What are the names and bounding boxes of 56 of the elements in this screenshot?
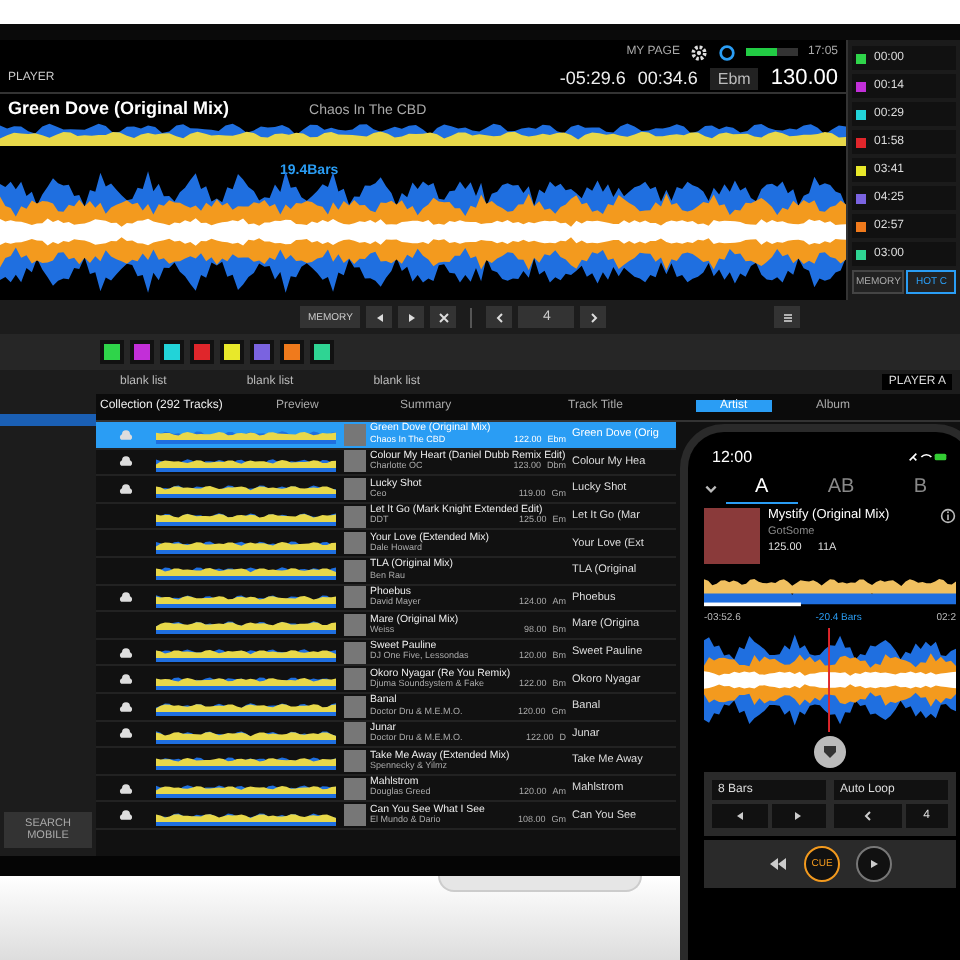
previous-button[interactable] bbox=[366, 306, 393, 328]
artwork-placeholder bbox=[344, 722, 366, 745]
level-meter bbox=[745, 48, 798, 56]
hot-cue-pad[interactable] bbox=[280, 340, 304, 364]
loop-increase-button[interactable] bbox=[580, 306, 607, 328]
artwork-placeholder bbox=[344, 749, 366, 772]
left-triangle-icon bbox=[733, 810, 746, 822]
left-triangle-icon bbox=[373, 311, 386, 323]
menu-button[interactable] bbox=[774, 306, 800, 328]
play-icon bbox=[868, 858, 880, 870]
bpm-display: 130.00 bbox=[770, 66, 838, 90]
close-button[interactable] bbox=[430, 306, 457, 328]
artwork-placeholder bbox=[344, 804, 366, 827]
artwork-placeholder bbox=[344, 668, 366, 691]
chevron-left-icon bbox=[493, 311, 506, 323]
settings-icon[interactable] bbox=[689, 43, 708, 61]
menu-icon bbox=[781, 311, 793, 323]
artwork-placeholder bbox=[344, 532, 366, 555]
track-title: Green Dove (Original Mix) bbox=[8, 98, 230, 118]
chevron-right-icon bbox=[587, 311, 600, 323]
deck-tab[interactable]: A bbox=[726, 474, 798, 504]
hot-cue-pad[interactable] bbox=[310, 340, 334, 364]
next-button[interactable] bbox=[398, 306, 425, 328]
knob-icon bbox=[717, 43, 736, 61]
artwork-placeholder bbox=[344, 586, 366, 609]
artwork-placeholder bbox=[704, 508, 760, 564]
artwork-placeholder bbox=[344, 695, 366, 718]
deck-tab[interactable]: AB bbox=[805, 474, 877, 504]
cue-marker-button[interactable] bbox=[814, 736, 846, 768]
marker-icon bbox=[822, 744, 838, 760]
artwork-placeholder bbox=[344, 450, 366, 473]
key-display: Ebm bbox=[709, 67, 759, 89]
artwork-placeholder bbox=[344, 613, 366, 636]
hot-cue-pad[interactable] bbox=[100, 340, 124, 364]
artwork-placeholder bbox=[344, 505, 366, 528]
artwork-placeholder bbox=[344, 641, 366, 664]
hot-cue-pad[interactable] bbox=[220, 340, 244, 364]
chevron-left-icon bbox=[861, 810, 874, 822]
hot-cue-pad[interactable] bbox=[160, 340, 184, 364]
chevron-down-icon[interactable] bbox=[704, 484, 718, 494]
info-icon[interactable] bbox=[940, 508, 956, 524]
right-triangle-icon bbox=[792, 810, 805, 822]
status-icons bbox=[908, 452, 948, 462]
loop-decrease-button[interactable] bbox=[486, 306, 513, 328]
artwork-placeholder bbox=[344, 477, 366, 500]
artwork-placeholder bbox=[344, 423, 366, 446]
right-triangle-icon bbox=[405, 311, 418, 323]
close-icon bbox=[437, 311, 450, 323]
remaining-time: -05:29.6 bbox=[559, 68, 626, 88]
deck-tab[interactable]: B bbox=[884, 474, 957, 504]
artwork-placeholder bbox=[344, 559, 366, 582]
play-button[interactable] bbox=[856, 846, 892, 882]
elapsed-time: 00:34.6 bbox=[637, 68, 698, 88]
artwork-placeholder bbox=[344, 777, 366, 800]
rewind-icon[interactable] bbox=[768, 858, 788, 870]
phone-time: 12:00 bbox=[712, 448, 753, 466]
